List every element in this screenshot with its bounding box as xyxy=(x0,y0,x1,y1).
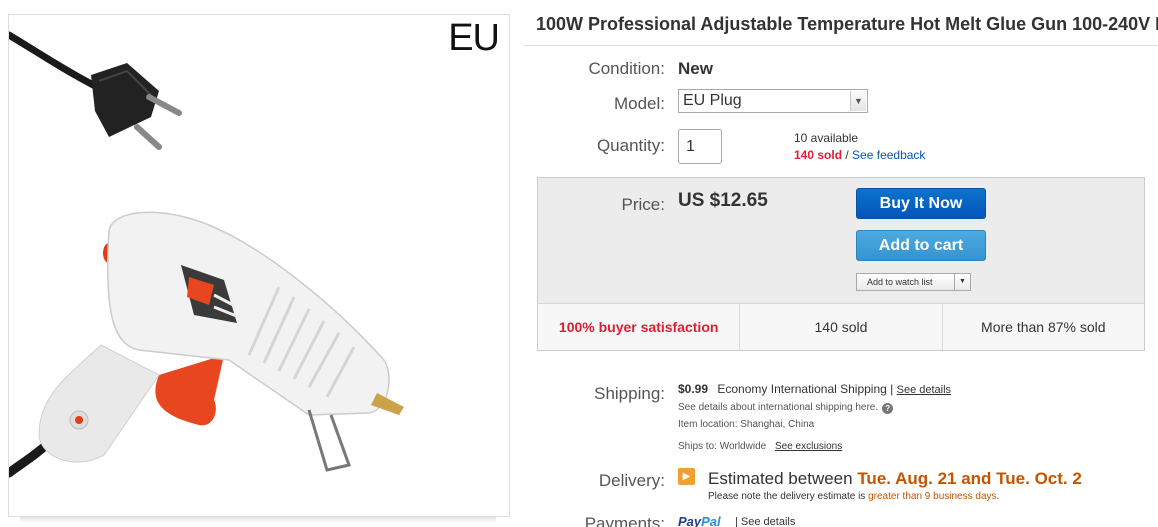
quantity-input[interactable]: 1 xyxy=(678,129,722,164)
add-to-cart-button[interactable]: Add to cart xyxy=(856,230,986,261)
delivery-estimate: Estimated between Tue. Aug. 21 and Tue. … xyxy=(708,469,1082,489)
intl-shipping-text[interactable]: See details about international shipping… xyxy=(678,402,878,413)
product-image[interactable]: EU xyxy=(8,14,510,517)
price-label: Price: xyxy=(621,195,665,214)
delivery-note: Please note the delivery estimate is gre… xyxy=(708,491,999,502)
glue-gun-illustration xyxy=(9,31,404,478)
delivery-note-prefix: Please note the delivery estimate is xyxy=(708,491,869,502)
payments-label: Payments: xyxy=(584,514,665,527)
model-label: Model: xyxy=(613,94,665,113)
model-selected-value: EU Plug xyxy=(683,92,742,109)
quantity-label: Quantity: xyxy=(596,136,665,155)
stat-satisfaction: 100% buyer satisfaction xyxy=(538,304,741,350)
item-location: Item location: Shanghai, China xyxy=(678,419,815,430)
delivery-note-suffix: . xyxy=(996,491,1000,502)
add-to-watch-list-button[interactable]: Add to watch list ▼ xyxy=(856,273,971,291)
payments-see-details-link[interactable]: | See details xyxy=(735,516,795,527)
shipping-method: Economy International Shipping xyxy=(717,382,887,396)
shipping-cost: $0.99 xyxy=(678,382,709,396)
delivery-note-highlight: greater than 9 business days xyxy=(868,491,997,502)
shipping-see-details-link[interactable]: See details xyxy=(897,384,951,396)
intl-shipping-note: See details about international shipping… xyxy=(678,402,894,414)
price-value: US $12.65 xyxy=(678,190,768,211)
delivery-dates: Tue. Aug. 21 and Tue. Oct. 2 xyxy=(857,469,1082,488)
condition-value: New xyxy=(678,59,713,78)
seller-stats: 100% buyer satisfaction 140 sold More th… xyxy=(538,303,1144,350)
paypal-logo: PayPal xyxy=(678,514,721,527)
shipping-label: Shipping: xyxy=(594,384,665,403)
delivery-estimate-prefix: Estimated between xyxy=(708,469,858,488)
ships-to-line: Ships to: Worldwide See exclusions xyxy=(678,441,842,452)
stat-sold-percent: More than 87% sold xyxy=(981,319,1106,335)
ships-to: Ships to: Worldwide xyxy=(678,441,767,452)
chevron-down-icon[interactable]: ▼ xyxy=(850,91,866,111)
model-select[interactable]: EU Plug ▼ xyxy=(678,89,868,113)
stat-sold: 140 sold xyxy=(740,304,943,350)
watch-list-label: Add to watch list xyxy=(867,277,933,287)
separator: / xyxy=(842,148,853,162)
delivery-flag-icon: ▶ xyxy=(678,468,695,485)
help-icon[interactable]: ? xyxy=(882,403,894,414)
see-feedback-link[interactable]: See feedback xyxy=(852,148,925,162)
sold-feedback-line: 140 sold / See feedback xyxy=(794,148,925,162)
shipping-line: $0.99 Economy International Shipping | S… xyxy=(678,382,951,396)
sold-count-link[interactable]: 140 sold xyxy=(794,148,842,162)
eu-plug-tag: EU xyxy=(448,17,500,59)
condition-label: Condition: xyxy=(588,59,665,78)
product-title: 100W Professional Adjustable Temperature… xyxy=(536,14,1158,34)
image-shadow xyxy=(20,517,496,523)
available-count: 10 available xyxy=(794,131,859,145)
buy-it-now-button[interactable]: Buy It Now xyxy=(856,188,986,219)
price-box: Price: US $12.65 Buy It Now Add to cart … xyxy=(537,177,1145,351)
title-divider xyxy=(524,45,1158,46)
see-exclusions-link[interactable]: See exclusions xyxy=(775,441,842,452)
delivery-label: Delivery: xyxy=(598,471,665,490)
caret-down-icon[interactable]: ▼ xyxy=(954,274,970,290)
